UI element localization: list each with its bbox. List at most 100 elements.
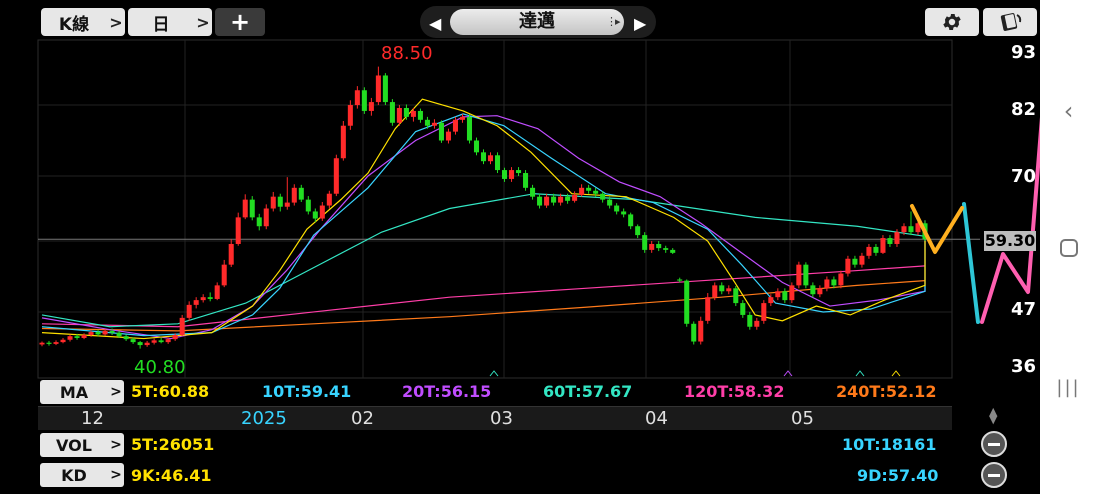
candle-body — [796, 264, 802, 286]
candle — [733, 285, 739, 307]
candle — [361, 87, 367, 114]
ma-label: MA — [59, 382, 89, 402]
candle — [880, 235, 886, 255]
ma120-value[interactable]: 120T:58.32 — [684, 382, 784, 401]
resize-arrows-icon[interactable]: ▲ ▼ — [989, 406, 997, 425]
candle — [579, 184, 585, 197]
x-tick: 04 — [645, 408, 668, 429]
ma-button[interactable]: MA > — [40, 380, 124, 404]
candle-body — [354, 90, 360, 106]
candle-body — [719, 285, 725, 292]
candle-body — [95, 332, 101, 335]
ma5-value[interactable]: 5T:60.88 — [131, 382, 209, 401]
chevron-right-icon: > — [110, 384, 122, 400]
candle-body — [249, 199, 255, 218]
candle-body — [607, 199, 613, 206]
candle-body — [46, 342, 52, 344]
candle — [887, 235, 893, 247]
candle — [375, 66, 381, 106]
candle — [291, 184, 297, 206]
candle — [39, 341, 45, 347]
y-tick: 93 — [1011, 42, 1037, 63]
candle — [137, 340, 143, 349]
candle-body — [270, 196, 276, 209]
drawn-overlays — [910, 116, 1040, 324]
candle-body — [74, 336, 80, 338]
candle-body — [284, 202, 290, 207]
recent-apps-icon[interactable]: ||| — [1040, 362, 1097, 412]
candle — [859, 252, 865, 268]
candle — [214, 282, 220, 301]
candle-body — [172, 335, 178, 340]
candle — [445, 128, 451, 144]
candle — [277, 193, 283, 212]
candle-body — [60, 339, 66, 343]
candle — [186, 301, 192, 321]
candle-body — [179, 317, 185, 336]
candle-body — [894, 232, 900, 244]
ma240-value[interactable]: 240T:52.12 — [836, 382, 936, 401]
ma60-value[interactable]: 60T:57.67 — [543, 382, 632, 401]
candle-body — [908, 226, 914, 233]
candle-body — [137, 342, 143, 346]
signal-marker — [855, 370, 865, 377]
remove-vol-button[interactable] — [981, 431, 1007, 457]
candle — [831, 276, 837, 289]
last-price-tag: 59.30 — [984, 231, 1036, 251]
y-tick: 82 — [1011, 99, 1037, 120]
candle — [368, 97, 374, 116]
candle-body — [838, 273, 844, 286]
candle-body — [256, 217, 262, 227]
candle-body — [600, 193, 606, 200]
candle-body — [537, 196, 543, 206]
candle-body — [803, 264, 809, 286]
kd-button[interactable]: KD > — [40, 463, 124, 487]
x-tick: 03 — [490, 408, 513, 429]
candle-body — [516, 170, 522, 174]
candle — [473, 137, 480, 156]
candle-body — [494, 155, 501, 171]
candle-body — [319, 205, 325, 219]
candle-body — [565, 196, 571, 201]
signal-marker — [891, 370, 901, 377]
candle — [403, 104, 409, 120]
vol-label: VOL — [56, 435, 92, 455]
candle-body — [740, 303, 746, 315]
candle-body — [347, 105, 353, 126]
vol-5t-value[interactable]: 5T:26051 — [131, 435, 214, 454]
ma10-value[interactable]: 10T:59.41 — [262, 382, 351, 401]
candle — [663, 245, 669, 253]
candle-body — [558, 196, 564, 203]
candle-body — [635, 226, 641, 236]
candle — [200, 294, 206, 303]
candle-body — [789, 285, 795, 301]
candle-body — [165, 339, 171, 343]
y-tick: 70 — [1011, 166, 1037, 187]
candle-body — [747, 314, 753, 327]
candle-body — [782, 291, 788, 301]
candle — [228, 239, 234, 268]
candle-body — [375, 75, 381, 103]
remove-kd-button[interactable] — [981, 462, 1007, 488]
candle-body — [228, 243, 234, 265]
candle-body — [487, 155, 494, 162]
candle — [494, 152, 501, 174]
candle — [656, 241, 662, 252]
x-tick: 05 — [791, 408, 814, 429]
ma20-line — [41, 115, 926, 340]
kd-9d-value[interactable]: 9D:57.40 — [857, 466, 938, 485]
chevron-right-icon: > — [110, 437, 122, 453]
candle — [642, 232, 648, 253]
candle-body — [712, 285, 718, 298]
candle-body — [810, 285, 816, 295]
candle — [81, 333, 87, 340]
vol-button[interactable]: VOL > — [40, 433, 124, 457]
candle — [817, 285, 823, 298]
ma20-value[interactable]: 20T:56.15 — [402, 382, 491, 401]
candle-body — [221, 264, 227, 286]
vol-10t-value[interactable]: 10T:18161 — [842, 435, 936, 454]
back-icon[interactable]: ‹ — [1040, 86, 1097, 136]
kd-9k-value[interactable]: 9K:46.41 — [131, 466, 212, 485]
candle — [487, 152, 494, 165]
home-icon[interactable] — [1040, 223, 1097, 273]
